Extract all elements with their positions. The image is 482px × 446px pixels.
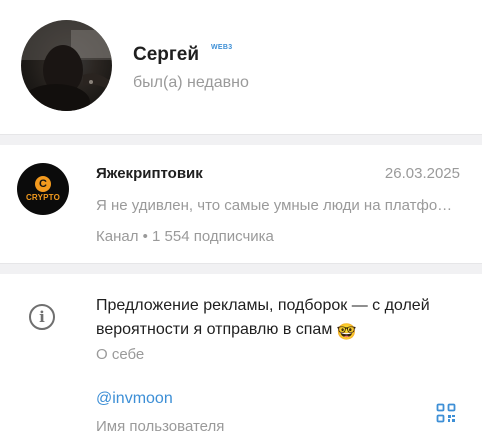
section-divider (0, 134, 482, 145)
channel-post-preview: Я не удивлен, что самые умные люди на пл… (96, 197, 458, 214)
channel-logo-text: CRYPTO (25, 193, 61, 202)
profile-header: Сергей WEB3 был(а) недавно (0, 0, 482, 134)
section-divider (0, 263, 482, 274)
channel-post-date: 26.03.2025 (384, 165, 460, 182)
username-link[interactable]: @invmoon (96, 390, 173, 408)
profile-info-section: i Предложение рекламы, подборок — с доле… (0, 274, 482, 446)
username-label: Имя пользователя (96, 418, 225, 435)
web3-badge: WEB3 (211, 44, 233, 51)
crypto-coin-icon: C (35, 176, 51, 192)
last-seen-status: был(а) недавно (133, 74, 249, 91)
profile-avatar[interactable] (21, 20, 112, 111)
bio-text[interactable]: Предложение рекламы, подборок — с долей … (96, 294, 466, 345)
nerd-face-emoji: 🤓 (336, 324, 357, 341)
channel-avatar: C CRYPTO (17, 163, 69, 215)
info-circle-icon: i (29, 304, 55, 330)
channel-name: Яжекриптовик (96, 165, 203, 182)
personal-channel-item[interactable]: C CRYPTO Яжекриптовик 26.03.2025 Я не уд… (0, 145, 482, 263)
avatar-photo (21, 20, 112, 111)
channel-subscribers: Канал • 1 554 подписчика (96, 228, 274, 245)
profile-name: Сергей (133, 44, 200, 65)
qr-code-icon[interactable] (436, 403, 456, 423)
bio-text-content: Предложение рекламы, подборок — с долей … (96, 297, 430, 338)
bio-label: О себе (96, 346, 145, 363)
